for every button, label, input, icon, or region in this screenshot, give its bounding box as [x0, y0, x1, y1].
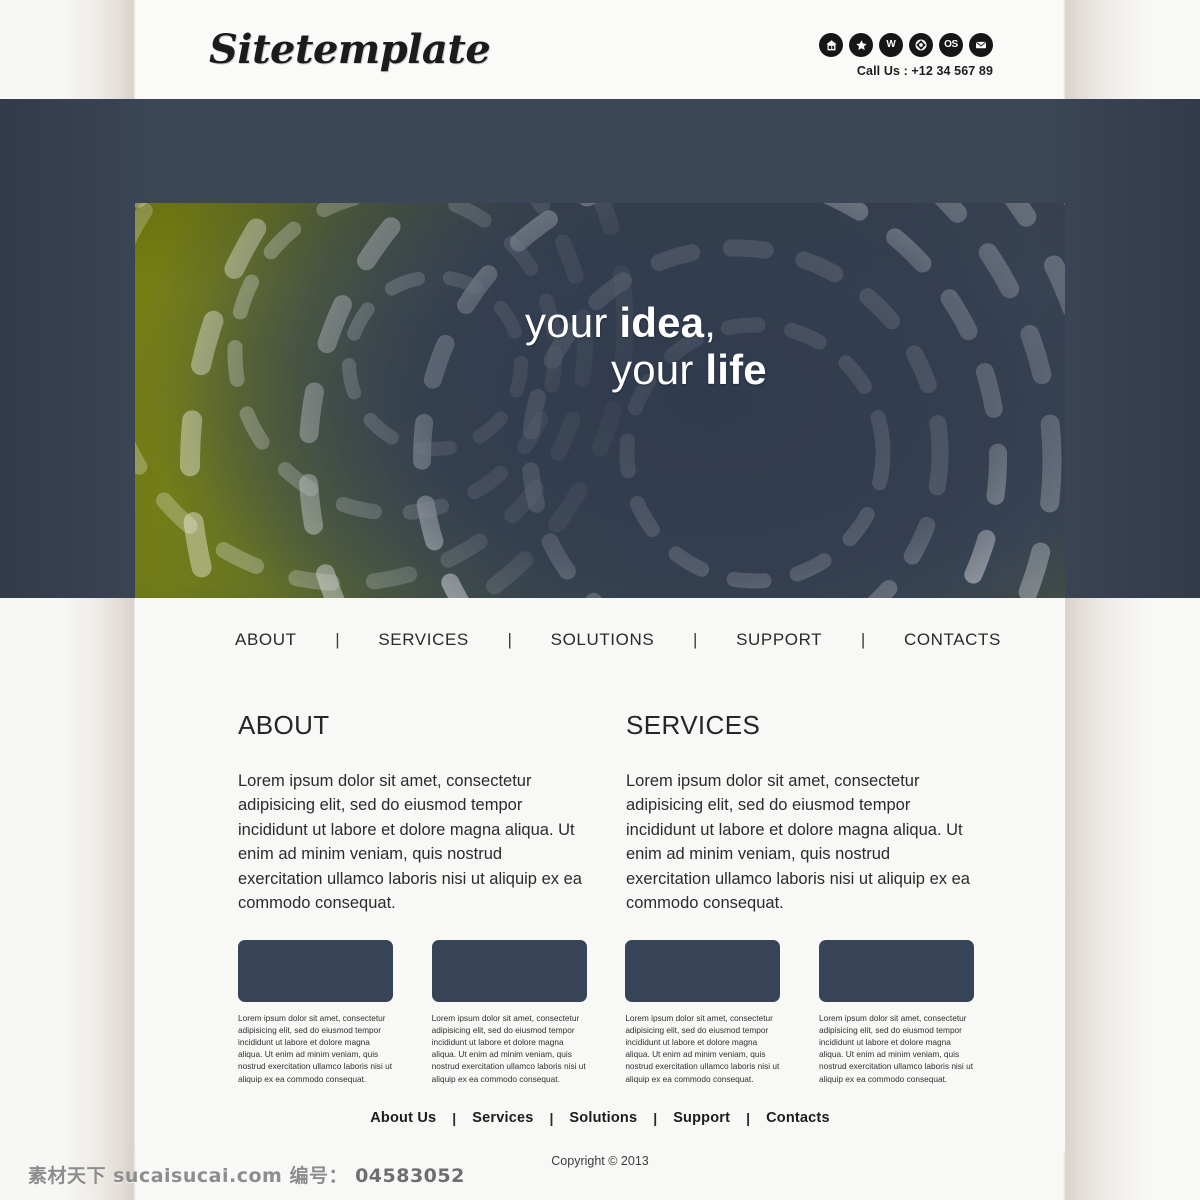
- star-icon[interactable]: [849, 33, 873, 57]
- compass-icon[interactable]: [909, 33, 933, 57]
- watermark-site: 素材天下 sucaisucai.com: [28, 1165, 283, 1187]
- main-navigation: ABOUT | SERVICES | SOLUTIONS | SUPPORT |…: [235, 630, 1001, 650]
- column-about: ABOUT Lorem ipsum dolor sit amet, consec…: [238, 710, 586, 915]
- wordpress-icon[interactable]: W: [879, 33, 903, 57]
- hero-line1-light: your: [525, 299, 620, 346]
- column-about-heading: ABOUT: [238, 710, 330, 740]
- thumbnail-item[interactable]: Lorem ipsum dolor sit amet, consectetur …: [625, 940, 781, 1085]
- thumbnail-image-placeholder[interactable]: [818, 940, 974, 1002]
- hero-line2: your life: [525, 346, 1065, 393]
- thumbnail-caption: Lorem ipsum dolor sit amet, consectetur …: [818, 1013, 973, 1084]
- footer-link-about-us[interactable]: About Us: [370, 1110, 436, 1126]
- hero-line1-tail: ,: [704, 299, 717, 346]
- column-services: SERVICES Lorem ipsum dolor sit amet, con…: [626, 710, 974, 915]
- hero-band: your idea, your life: [0, 99, 1200, 692]
- thumbnail-caption: Lorem ipsum dolor sit amet, consectetur …: [625, 1013, 780, 1084]
- call-us-text: Call Us : +12 34 567 89: [856, 64, 993, 78]
- content-columns: ABOUT Lorem ipsum dolor sit amet, consec…: [238, 710, 974, 915]
- thumbnail-item[interactable]: Lorem ipsum dolor sit amet, consectetur …: [431, 940, 587, 1085]
- thumbnail-item[interactable]: Lorem ipsum dolor sit amet, consectetur …: [818, 940, 974, 1085]
- nav-item-contacts[interactable]: CONTACTS: [904, 630, 1001, 650]
- home-icon[interactable]: [819, 33, 843, 57]
- thumbnail-item[interactable]: Lorem ipsum dolor sit amet, consectetur …: [238, 940, 393, 1085]
- thumbnail-caption: Lorem ipsum dolor sit amet, consectetur …: [238, 1013, 393, 1084]
- footer-navigation: About Us | Services | Solutions | Suppor…: [135, 1110, 1065, 1126]
- thumbnail-image-placeholder[interactable]: [625, 940, 781, 1002]
- site-logo[interactable]: Sitetemplate: [209, 26, 491, 73]
- hero-line1-bold: idea: [619, 299, 705, 346]
- footer-link-support[interactable]: Support: [673, 1110, 730, 1126]
- email-icon[interactable]: [969, 33, 993, 57]
- os-icon[interactable]: OS: [939, 33, 963, 57]
- nav-item-solutions[interactable]: SOLUTIONS: [551, 630, 655, 650]
- thumbnail-image-placeholder[interactable]: [238, 940, 393, 1002]
- thumbnail-row: Lorem ipsum dolor sit amet, consectetur …: [238, 940, 974, 1085]
- site-header: Sitetemplate W OS Call Us : +12 34 567 8…: [0, 0, 1063, 99]
- nav-item-services[interactable]: SERVICES: [378, 630, 468, 650]
- watermark-label: 编号：: [289, 1165, 348, 1187]
- content-panel: ABOUT | SERVICES | SOLUTIONS | SUPPORT |…: [135, 598, 1065, 1168]
- watermark-number: 04583052: [355, 1165, 465, 1187]
- nav-item-about[interactable]: ABOUT: [235, 630, 297, 650]
- footer-separator: |: [549, 1110, 554, 1126]
- footer-separator: |: [746, 1110, 751, 1126]
- hero-headline: your idea, your life: [135, 299, 1065, 393]
- footer-link-services[interactable]: Services: [472, 1110, 533, 1126]
- thumbnail-image-placeholder[interactable]: [431, 940, 587, 1002]
- column-about-body: Lorem ipsum dolor sit amet, consectetur …: [238, 772, 582, 913]
- footer-link-solutions[interactable]: Solutions: [569, 1110, 637, 1126]
- hero-line2-light: your: [611, 346, 706, 394]
- thumbnail-caption: Lorem ipsum dolor sit amet, consectetur …: [431, 1013, 586, 1084]
- footer-link-contacts[interactable]: Contacts: [766, 1110, 830, 1126]
- page-root: Sitetemplate W OS Call Us : +12 34 567 8…: [0, 0, 1200, 1200]
- footer-separator: |: [452, 1110, 457, 1126]
- nav-separator: |: [335, 630, 340, 649]
- nav-separator: |: [860, 630, 866, 649]
- nav-separator: |: [507, 630, 512, 649]
- social-icon-bar: W OS: [819, 33, 993, 57]
- os-icon-label: OS: [944, 39, 958, 50]
- footer-separator: |: [653, 1110, 658, 1126]
- column-services-heading: SERVICES: [626, 710, 761, 740]
- stock-watermark: 素材天下 sucaisucai.com 编号： 04583052: [28, 1161, 465, 1188]
- hero-line2-bold: life: [705, 346, 767, 394]
- nav-item-support[interactable]: SUPPORT: [736, 630, 822, 650]
- column-services-body: Lorem ipsum dolor sit amet, consectetur …: [626, 772, 970, 913]
- wordpress-icon-label: W: [886, 39, 896, 50]
- nav-separator: |: [692, 630, 698, 649]
